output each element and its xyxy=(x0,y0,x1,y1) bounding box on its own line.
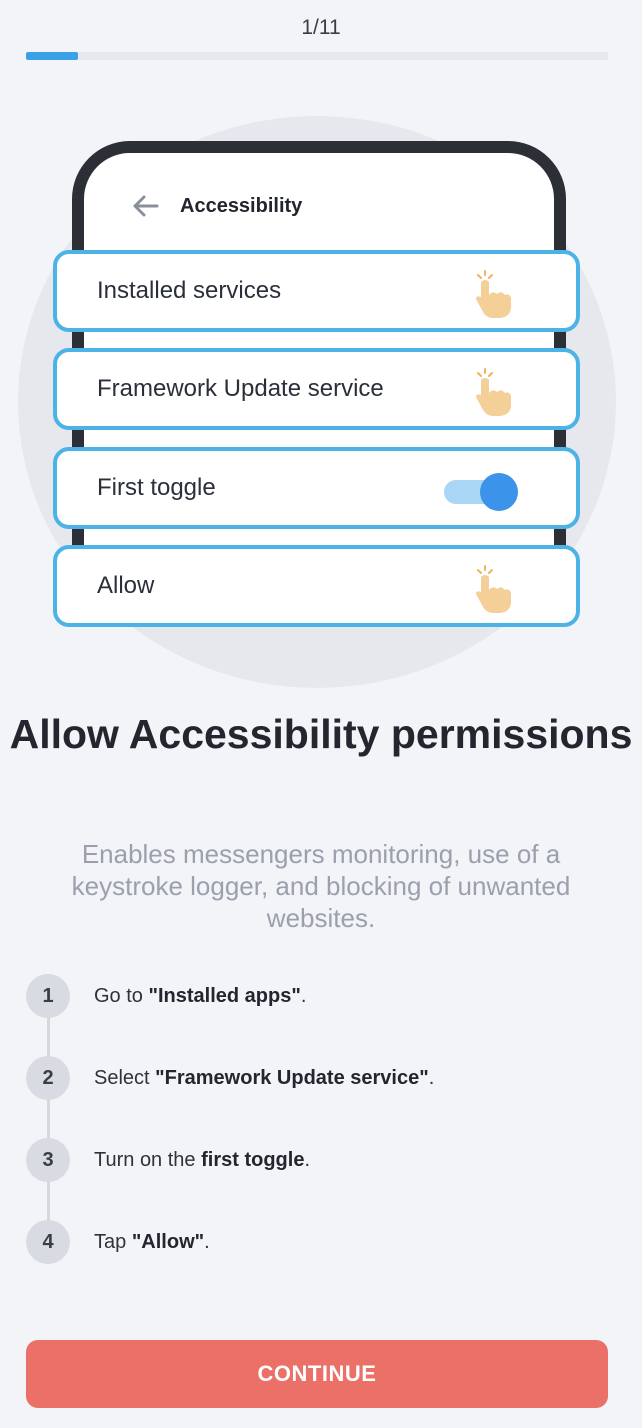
step-text-suffix: . xyxy=(304,1149,311,1171)
step-number: 2 xyxy=(26,1056,70,1100)
phone-header: Accessibility xyxy=(130,188,302,224)
step-item: 4 Tap "Allow". xyxy=(26,1220,606,1302)
back-arrow-icon xyxy=(130,191,160,221)
option-card-installed-services: Installed services xyxy=(53,250,580,332)
option-card-allow: Allow xyxy=(53,545,580,627)
progress-bar xyxy=(26,52,608,60)
step-text: Turn on the first toggle. xyxy=(94,1138,310,1182)
hand-pointer-icon xyxy=(472,563,516,615)
step-text-prefix: Go to xyxy=(94,985,149,1007)
step-text-prefix: Turn on the xyxy=(94,1149,202,1171)
option-card-framework-update: Framework Update service xyxy=(53,348,580,430)
step-text-prefix: Tap xyxy=(94,1231,132,1253)
step-text-bold: first toggle xyxy=(201,1149,305,1171)
step-number: 4 xyxy=(26,1220,70,1264)
step-text-bold: "Allow" xyxy=(131,1231,205,1253)
page-description: Enables messengers monitoring, use of a … xyxy=(71,839,571,933)
step-text: Go to "Installed apps". xyxy=(94,974,306,1018)
step-text-suffix: . xyxy=(428,1067,435,1089)
step-number: 1 xyxy=(26,974,70,1018)
toggle-switch xyxy=(444,473,518,511)
step-item: 1 Go to "Installed apps". xyxy=(26,974,606,1056)
step-text-suffix: . xyxy=(204,1231,210,1253)
progress-bar-fill xyxy=(26,52,79,60)
toggle-knob xyxy=(480,473,518,511)
step-text: Tap "Allow". xyxy=(94,1220,210,1264)
step-text: Select "Framework Update service". xyxy=(94,1056,434,1100)
steps-list: 1 Go to "Installed apps". 2 Select "Fram… xyxy=(26,974,606,1302)
step-text-bold: "Installed apps" xyxy=(148,985,301,1007)
option-card-first-toggle: First toggle xyxy=(53,447,580,529)
step-text-prefix: Select xyxy=(94,1067,156,1089)
step-text-suffix: . xyxy=(300,985,307,1007)
phone-header-title: Accessibility xyxy=(180,194,303,217)
step-item: 2 Select "Framework Update service". xyxy=(26,1056,606,1138)
hand-pointer-icon xyxy=(472,366,516,418)
step-item: 3 Turn on the first toggle. xyxy=(26,1138,606,1220)
page-title: Allow Accessibility permissions xyxy=(9,711,633,757)
step-text-bold: "Framework Update service" xyxy=(155,1067,429,1089)
hand-pointer-icon xyxy=(472,268,516,320)
continue-button[interactable]: CONTINUE xyxy=(26,1340,608,1408)
step-number: 3 xyxy=(26,1138,70,1182)
progress-label: 1/11 xyxy=(301,16,341,39)
